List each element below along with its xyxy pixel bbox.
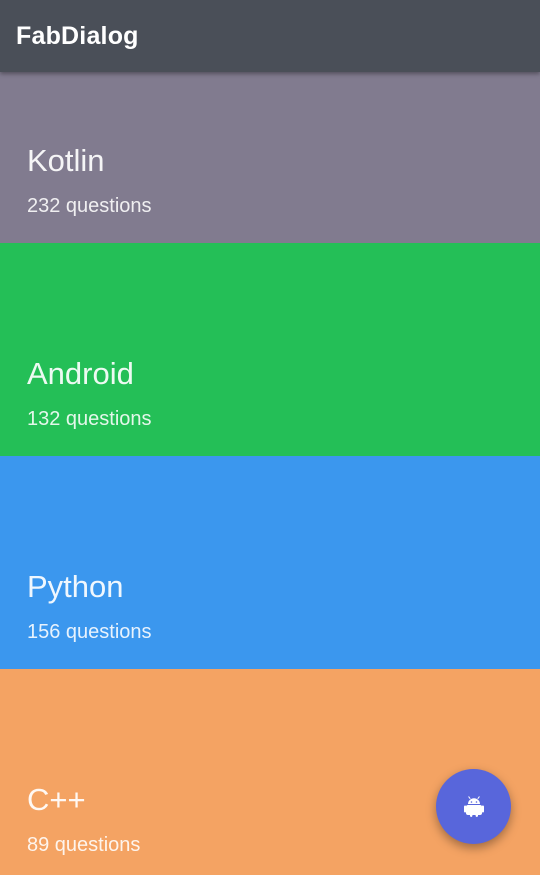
topic-question-count: 156 questions [27, 621, 152, 643]
app-screen: FabDialog Kotlin 232 questions Android 1… [0, 0, 540, 875]
floating-action-button[interactable] [436, 769, 511, 844]
topic-name: Python [27, 569, 124, 604]
topic-question-count: 132 questions [27, 408, 152, 430]
topic-name: Kotlin [27, 143, 105, 178]
topic-list[interactable]: Kotlin 232 questions Android 132 questio… [0, 72, 540, 875]
topic-question-count: 232 questions [27, 195, 152, 217]
android-icon [462, 795, 486, 819]
topic-card-kotlin[interactable]: Kotlin 232 questions [0, 72, 540, 243]
topic-card-python[interactable]: Python 156 questions [0, 456, 540, 669]
topic-name: Android [27, 356, 134, 391]
app-title: FabDialog [16, 21, 139, 50]
app-bar: FabDialog [0, 0, 540, 72]
topic-question-count: 89 questions [27, 834, 141, 856]
topic-card-android[interactable]: Android 132 questions [0, 243, 540, 456]
topic-name: C++ [27, 782, 86, 817]
